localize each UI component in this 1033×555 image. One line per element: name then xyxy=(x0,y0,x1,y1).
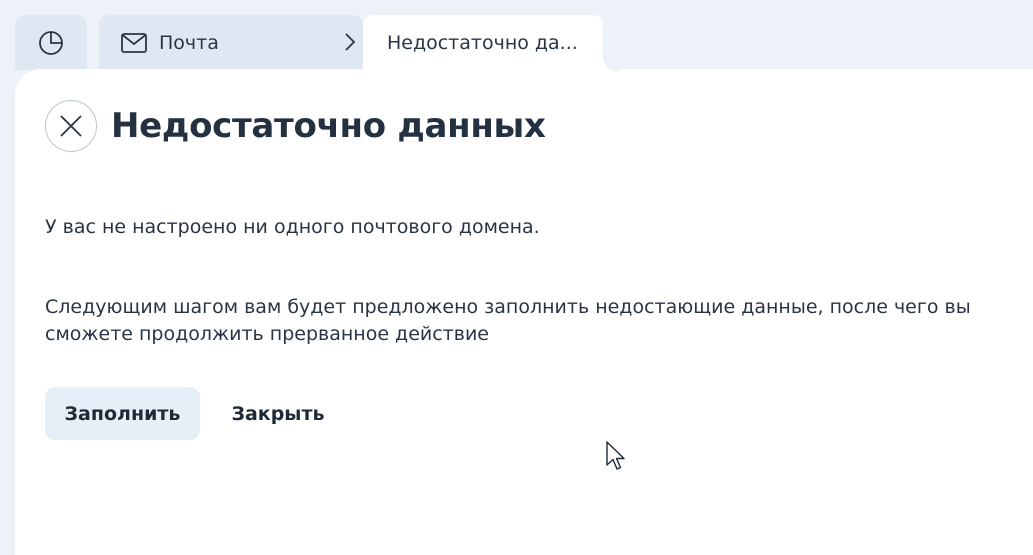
message-no-domain: У вас не настроено ни одного почтового д… xyxy=(45,216,540,238)
close-button[interactable] xyxy=(45,100,97,152)
left-strip xyxy=(0,0,15,555)
tab-mail-label: Почта xyxy=(159,31,219,54)
tab-active-label: Недостаточно да... xyxy=(387,31,578,54)
dialog-panel: Недостаточно данных У вас не настроено н… xyxy=(15,69,1033,555)
tab-mail[interactable]: Почта xyxy=(99,15,363,70)
title-row: Недостаточно данных xyxy=(45,100,546,152)
fill-button[interactable]: Заполнить xyxy=(45,387,200,440)
chevron-right-icon xyxy=(345,33,356,51)
app-frame: Почта Недостаточно да... Недостаточно да… xyxy=(0,0,1033,555)
tab-insufficient-data[interactable]: Недостаточно да... xyxy=(363,15,603,70)
page-title: Недостаточно данных xyxy=(111,106,546,146)
mouse-cursor-icon xyxy=(606,441,625,470)
message-next-step: Следующим шагом вам будет предложено зап… xyxy=(45,296,971,345)
pie-chart-icon xyxy=(39,30,63,55)
tab-corner xyxy=(603,55,619,71)
close-text-button[interactable]: Закрыть xyxy=(218,387,338,440)
envelope-icon xyxy=(121,32,147,53)
tab-dashboard[interactable] xyxy=(15,15,87,70)
close-icon xyxy=(60,115,82,137)
